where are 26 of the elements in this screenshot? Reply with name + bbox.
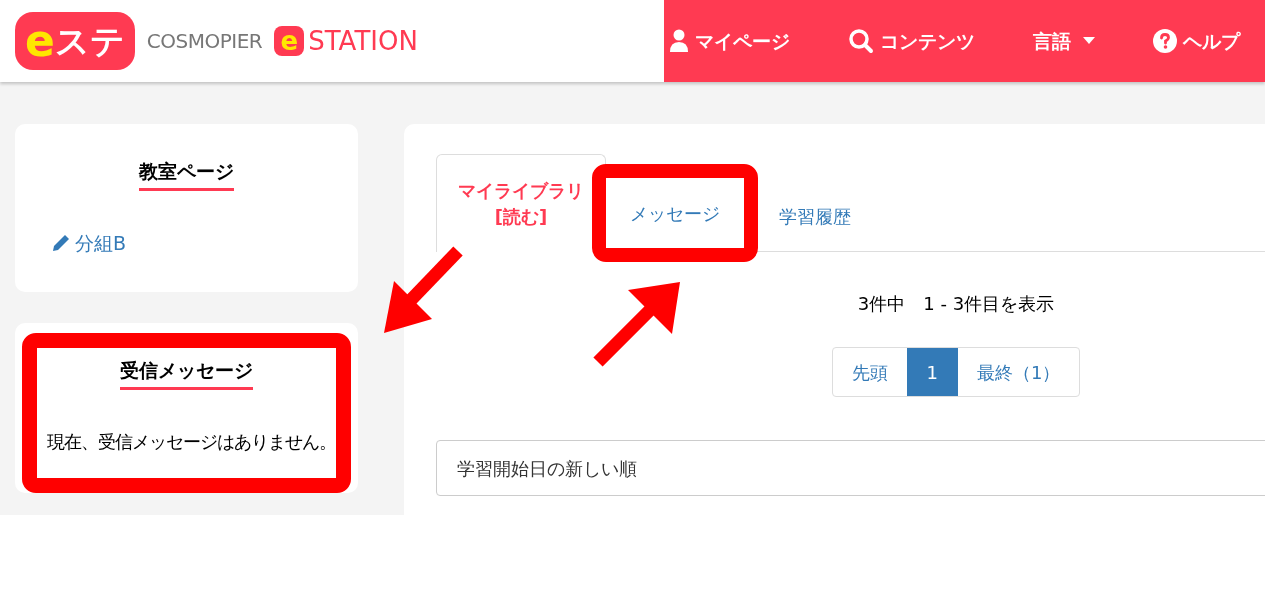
nav-link[interactable]: マイページ bbox=[669, 26, 790, 56]
station-badge: e bbox=[274, 26, 305, 56]
nav-link[interactable]: 言語 bbox=[1033, 26, 1095, 56]
logo-letter: e bbox=[25, 19, 55, 63]
search-icon bbox=[848, 28, 874, 54]
pencil-icon bbox=[51, 232, 71, 253]
page-button[interactable]: 1 bbox=[906, 348, 958, 396]
card-title: 教室ページ bbox=[139, 157, 234, 191]
user-icon bbox=[669, 29, 689, 53]
brand-name: COSMOPIER bbox=[146, 28, 263, 55]
sort-select[interactable]: 学習開始日の新しい順 bbox=[436, 440, 1265, 496]
help-icon bbox=[1153, 29, 1177, 53]
classroom-link[interactable]: 分組B bbox=[51, 228, 127, 257]
tab[interactable]: メッセージ bbox=[606, 178, 744, 248]
card-title: 受信メッセージ bbox=[120, 356, 253, 390]
tab[interactable]: マイライブラリ [読む] bbox=[436, 154, 606, 252]
tab[interactable]: 学習履歴 bbox=[755, 181, 875, 251]
station-name: STATION bbox=[308, 28, 418, 54]
nav-link[interactable]: コンテンツ bbox=[848, 26, 975, 56]
caret-icon bbox=[1083, 37, 1095, 45]
page-button[interactable]: 先頭 bbox=[832, 348, 907, 396]
nav-link[interactable]: ヘルプ bbox=[1153, 26, 1240, 56]
logo-text: ステ bbox=[54, 24, 125, 58]
result-summary: 3件中 1 - 3件目を表示 bbox=[857, 292, 1055, 316]
no-messages-text: 現在、受信メッセージはありません。 bbox=[47, 429, 336, 454]
page-button[interactable]: 最終（1） bbox=[958, 348, 1080, 396]
